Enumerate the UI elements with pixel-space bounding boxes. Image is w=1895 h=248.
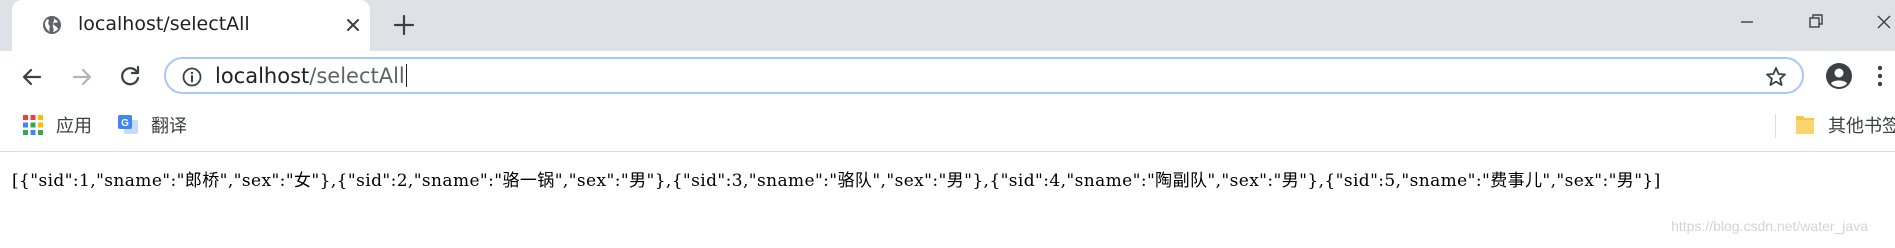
page-content: [{"sid":1,"sname":"郎桥","sex":"女"},{"sid"… (0, 152, 1895, 248)
toolbar: localhost/selectAll (0, 51, 1895, 102)
bookmark-other-label: 其他书签 (1828, 116, 1895, 137)
text-caret (405, 64, 407, 87)
bookmark-other-folder[interactable]: 其他书签 (1794, 112, 1895, 138)
url-text[interactable]: localhost/selectAll (215, 63, 407, 89)
arrow-right-icon[interactable] (68, 63, 96, 91)
bookmarks-bar: 应用 G 翻译 其他书签 (0, 102, 1895, 152)
bookmark-apps-label: 应用 (56, 116, 92, 137)
tab-strip: localhost/selectAll (0, 0, 1895, 51)
account-icon[interactable] (1825, 62, 1853, 90)
restore-icon[interactable] (1804, 10, 1828, 34)
url-path: /selectAll (309, 64, 405, 88)
reload-icon[interactable] (116, 63, 144, 91)
info-icon[interactable] (182, 67, 202, 87)
apps-grid-icon (23, 115, 43, 135)
folder-icon (1796, 116, 1814, 134)
arrow-left-icon[interactable] (18, 63, 46, 91)
more-vertical-icon[interactable] (1874, 62, 1886, 90)
minimize-icon[interactable] (1735, 10, 1759, 34)
watermark: https://blog.csdn.net/water_java (1671, 218, 1868, 234)
plus-icon[interactable] (392, 13, 416, 37)
star-icon[interactable] (1764, 65, 1788, 89)
json-response: [{"sid":1,"sname":"郎桥","sex":"女"},{"sid"… (12, 171, 1661, 191)
svg-text:G: G (121, 118, 129, 129)
bookmark-translate[interactable]: G 翻译 (117, 112, 187, 138)
tab-selectall[interactable]: localhost/selectAll (12, 0, 370, 51)
bookmark-apps[interactable]: 应用 (22, 112, 92, 138)
address-bar[interactable]: localhost/selectAll (164, 57, 1804, 94)
close-icon[interactable] (343, 15, 363, 35)
translate-icon: G (118, 115, 138, 134)
url-host: localhost (215, 64, 310, 88)
bookmarks-separator (1775, 114, 1776, 138)
browser-window: localhost/selectAll localhost/selectAll … (0, 0, 1895, 248)
tab-title: localhost/selectAll (78, 13, 250, 35)
window-close-icon[interactable] (1872, 10, 1895, 34)
globe-icon (43, 16, 61, 34)
bookmark-translate-label: 翻译 (151, 116, 187, 137)
